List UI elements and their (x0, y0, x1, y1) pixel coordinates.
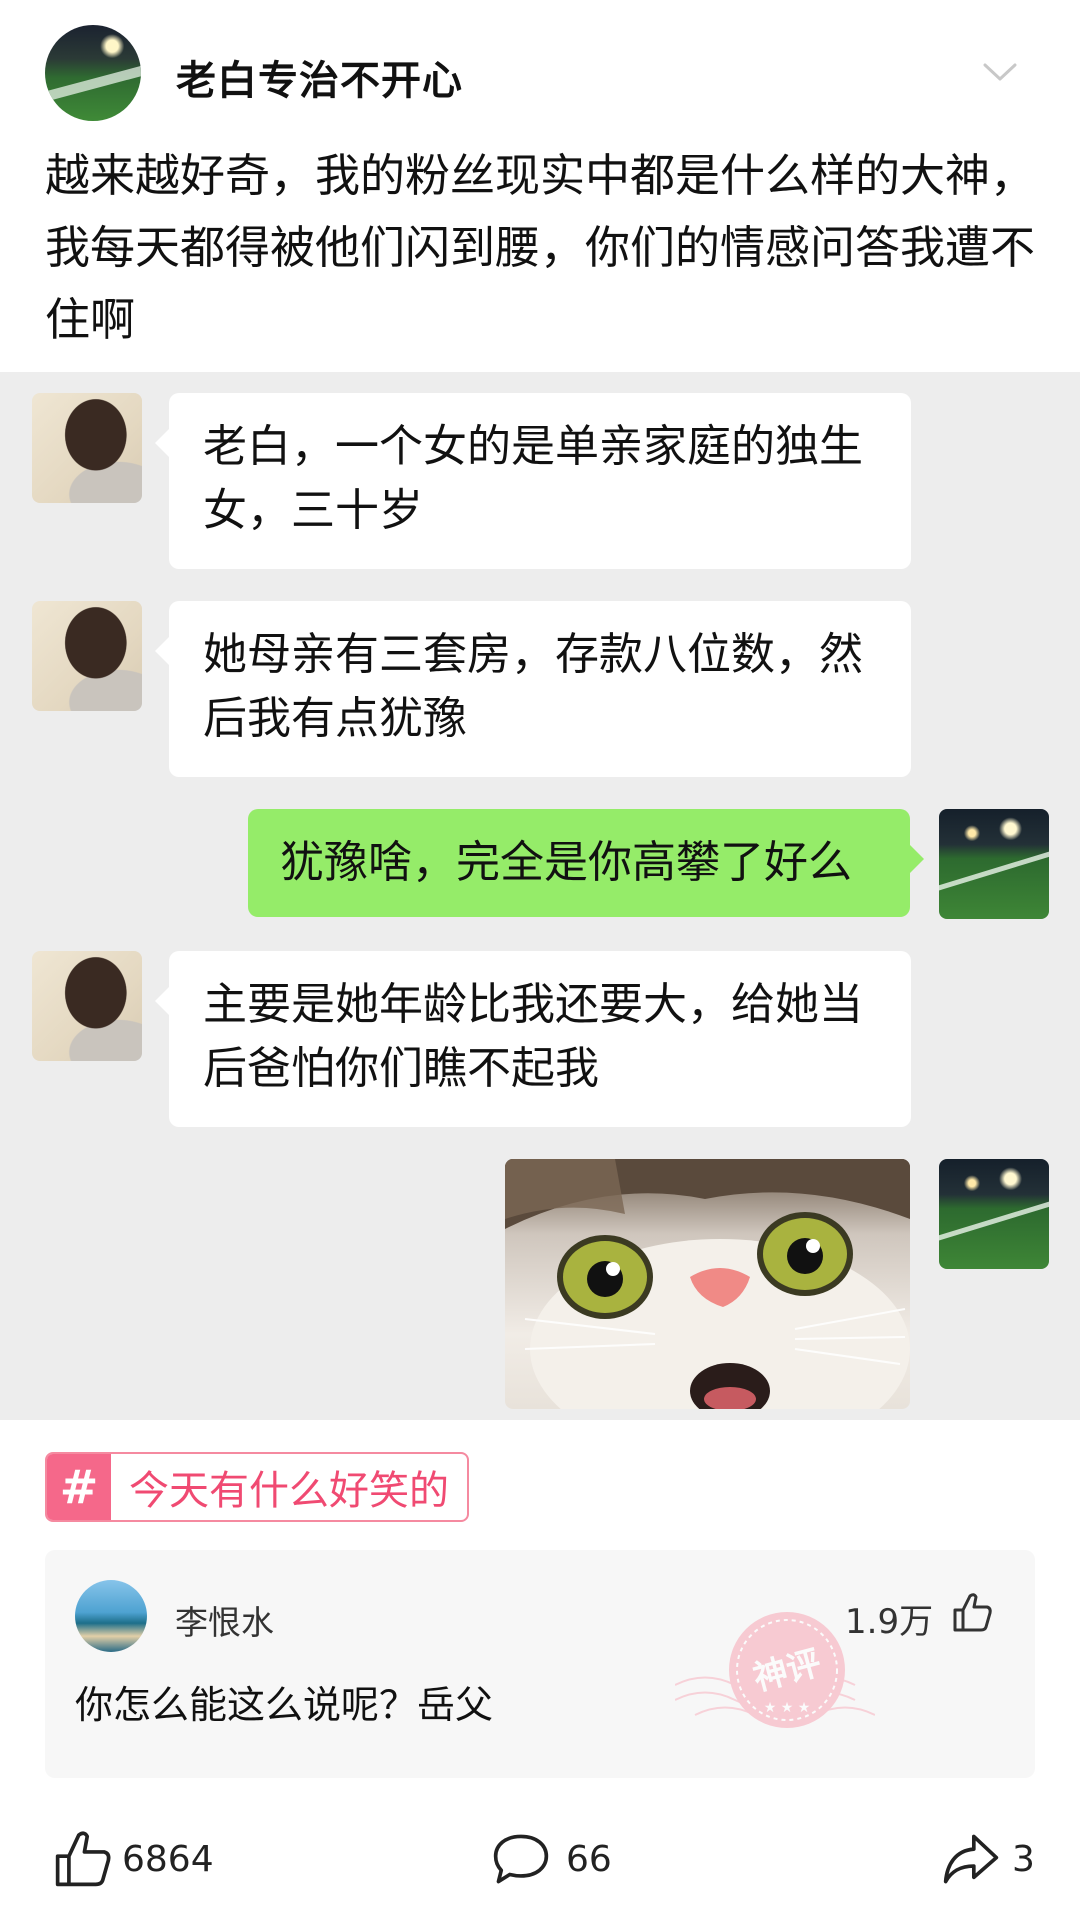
comment-bubble-icon (493, 1834, 549, 1884)
contact-avatar (32, 393, 142, 503)
topic-tag[interactable]: # 今天有什么好笑的 (45, 1452, 469, 1522)
poster-name[interactable]: 老白专治不开心 (176, 48, 463, 106)
comment-count: 66 (566, 1838, 612, 1880)
cat-illustration (505, 1159, 910, 1409)
contact-avatar (32, 951, 142, 1061)
chat-bubble-left: 主要是她年龄比我还要大，给她当后爸怕你们瞧不起我 (155, 951, 911, 1127)
share-button[interactable]: 3 (940, 1828, 1035, 1890)
comment-text: 你怎么能这么说呢？岳父 (75, 1683, 494, 1727)
top-comment-card[interactable]: 李恨水 神评 ★ ★ ★ 1.9万 你怎么能这么说呢？岳父 (45, 1550, 1035, 1778)
chat-bubble-right: 犹豫啥，完全是你高攀了好么 (248, 809, 924, 917)
comment-like-count: 1.9万 (845, 1602, 934, 1642)
self-avatar (939, 1159, 1049, 1269)
self-avatar (939, 809, 1049, 919)
comment-button[interactable]: 66 (490, 1828, 612, 1890)
like-count: 6864 (122, 1838, 214, 1880)
chevron-down-icon[interactable] (982, 60, 1018, 84)
share-arrow-icon (943, 1834, 999, 1884)
share-count: 3 (1012, 1838, 1035, 1880)
chat-bubble-left: 老白，一个女的是单亲家庭的独生女，三十岁 (155, 393, 911, 569)
surprised-cat-image[interactable] (505, 1159, 910, 1409)
contact-avatar (32, 601, 142, 711)
poster-avatar[interactable] (45, 25, 141, 121)
post-text: 越来越好奇，我的粉丝现实中都是什么样的大神，我每天都得被他们闪到腰，你们的情感问… (45, 149, 1036, 346)
thumbs-up-icon[interactable] (950, 1590, 994, 1634)
commenter-avatar[interactable] (75, 1580, 147, 1652)
chat-bubble-left: 她母亲有三套房，存款八位数，然后我有点犹豫 (155, 601, 911, 777)
thumbs-up-icon (55, 1831, 111, 1887)
topic-tag-label: 今天有什么好笑的 (129, 1468, 449, 1514)
svg-text:★ ★ ★: ★ ★ ★ (764, 1700, 811, 1716)
like-button[interactable]: 6864 (52, 1828, 214, 1890)
commenter-name[interactable]: 李恨水 (175, 1596, 274, 1644)
hashtag-icon: # (47, 1454, 111, 1520)
